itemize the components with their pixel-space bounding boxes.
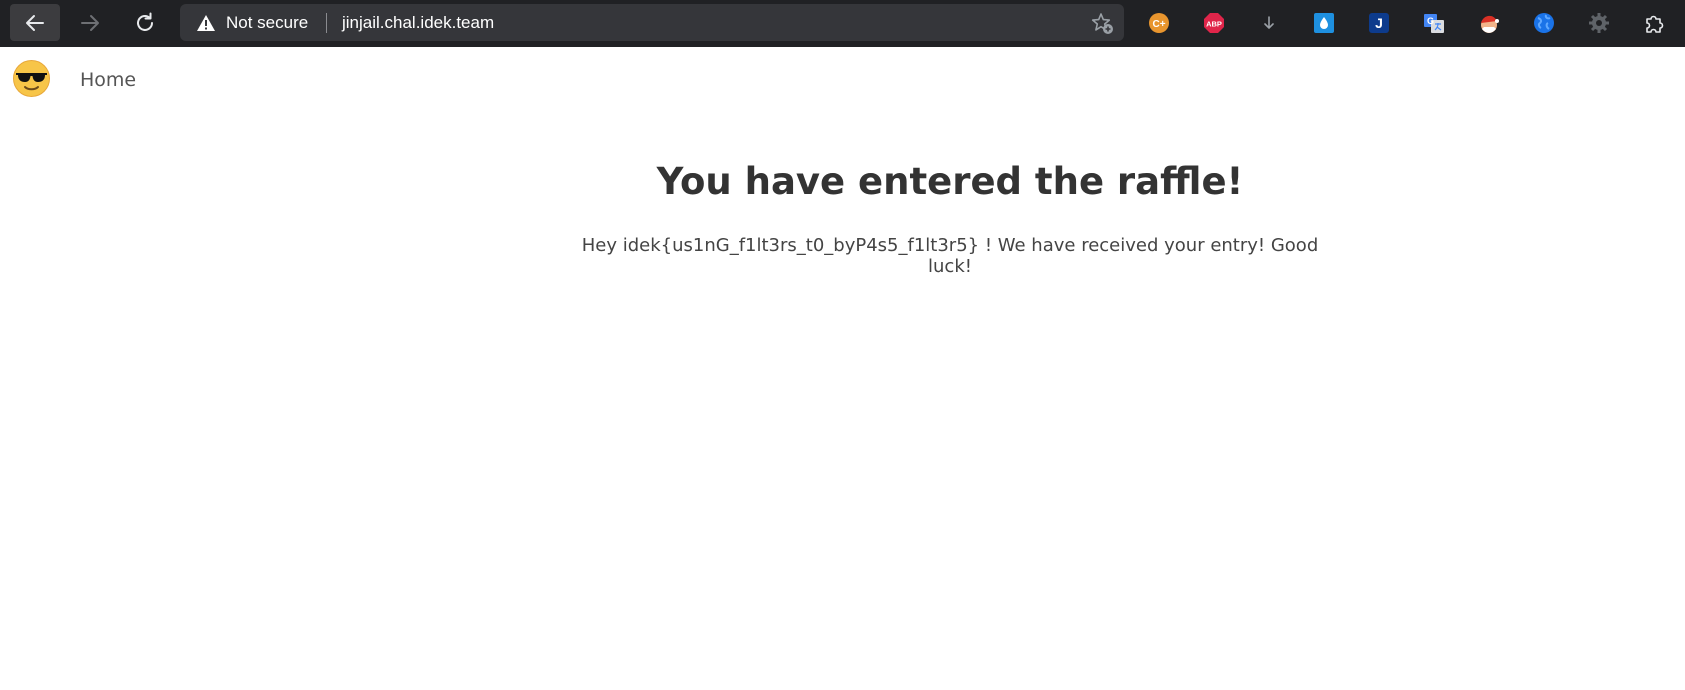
j-extension-icon[interactable]: J <box>1368 12 1390 34</box>
gear-extension-icon[interactable] <box>1588 12 1610 34</box>
forward-arrow-icon <box>81 14 99 31</box>
security-label: Not secure <box>226 12 309 32</box>
browser-toolbar: Not secure jinjail.chal.idek.team C+ ABP <box>0 0 1685 47</box>
security-indicator[interactable]: Not secure <box>196 4 308 41</box>
address-bar[interactable]: Not secure jinjail.chal.idek.team <box>180 4 1124 41</box>
download-icon[interactable] <box>1258 12 1280 34</box>
warning-icon <box>197 14 215 31</box>
forward-button[interactable] <box>65 4 115 41</box>
reload-button[interactable] <box>120 4 170 41</box>
globe-extension-icon[interactable] <box>1533 12 1555 34</box>
puzzle-icon[interactable] <box>1643 12 1665 34</box>
svg-text:C+: C+ <box>1152 19 1165 30</box>
sunglasses-emoji-logo[interactable] <box>13 60 50 101</box>
home-link[interactable]: Home <box>80 69 136 91</box>
site-navbar: Home <box>0 47 1685 117</box>
url-text[interactable]: jinjail.chal.idek.team <box>342 4 494 41</box>
raindrop-icon[interactable] <box>1313 12 1335 34</box>
svg-text:J: J <box>1375 15 1383 31</box>
bookmark-star-icon[interactable] <box>1090 11 1114 35</box>
address-separator <box>326 13 327 33</box>
adblock-plus-icon[interactable]: ABP <box>1203 12 1225 34</box>
svg-text:G: G <box>1427 16 1434 26</box>
main-content: You have entered the raffle! Hey idek{us… <box>560 160 1340 277</box>
svg-text:ABP: ABP <box>1206 20 1222 29</box>
santa-extension-icon[interactable] <box>1478 12 1500 34</box>
page-title: You have entered the raffle! <box>656 160 1244 203</box>
reload-icon <box>137 12 153 31</box>
sunglasses-emoji-icon <box>13 60 50 97</box>
back-arrow-icon <box>26 14 44 31</box>
back-button[interactable] <box>10 4 60 41</box>
coupon-extension-icon[interactable]: C+ <box>1148 12 1170 34</box>
entry-message: Hey idek{us1nG_f1lt3rs_t0_byP4s5_f1lt3r5… <box>581 235 1319 277</box>
google-translate-icon[interactable]: G <box>1423 12 1445 34</box>
